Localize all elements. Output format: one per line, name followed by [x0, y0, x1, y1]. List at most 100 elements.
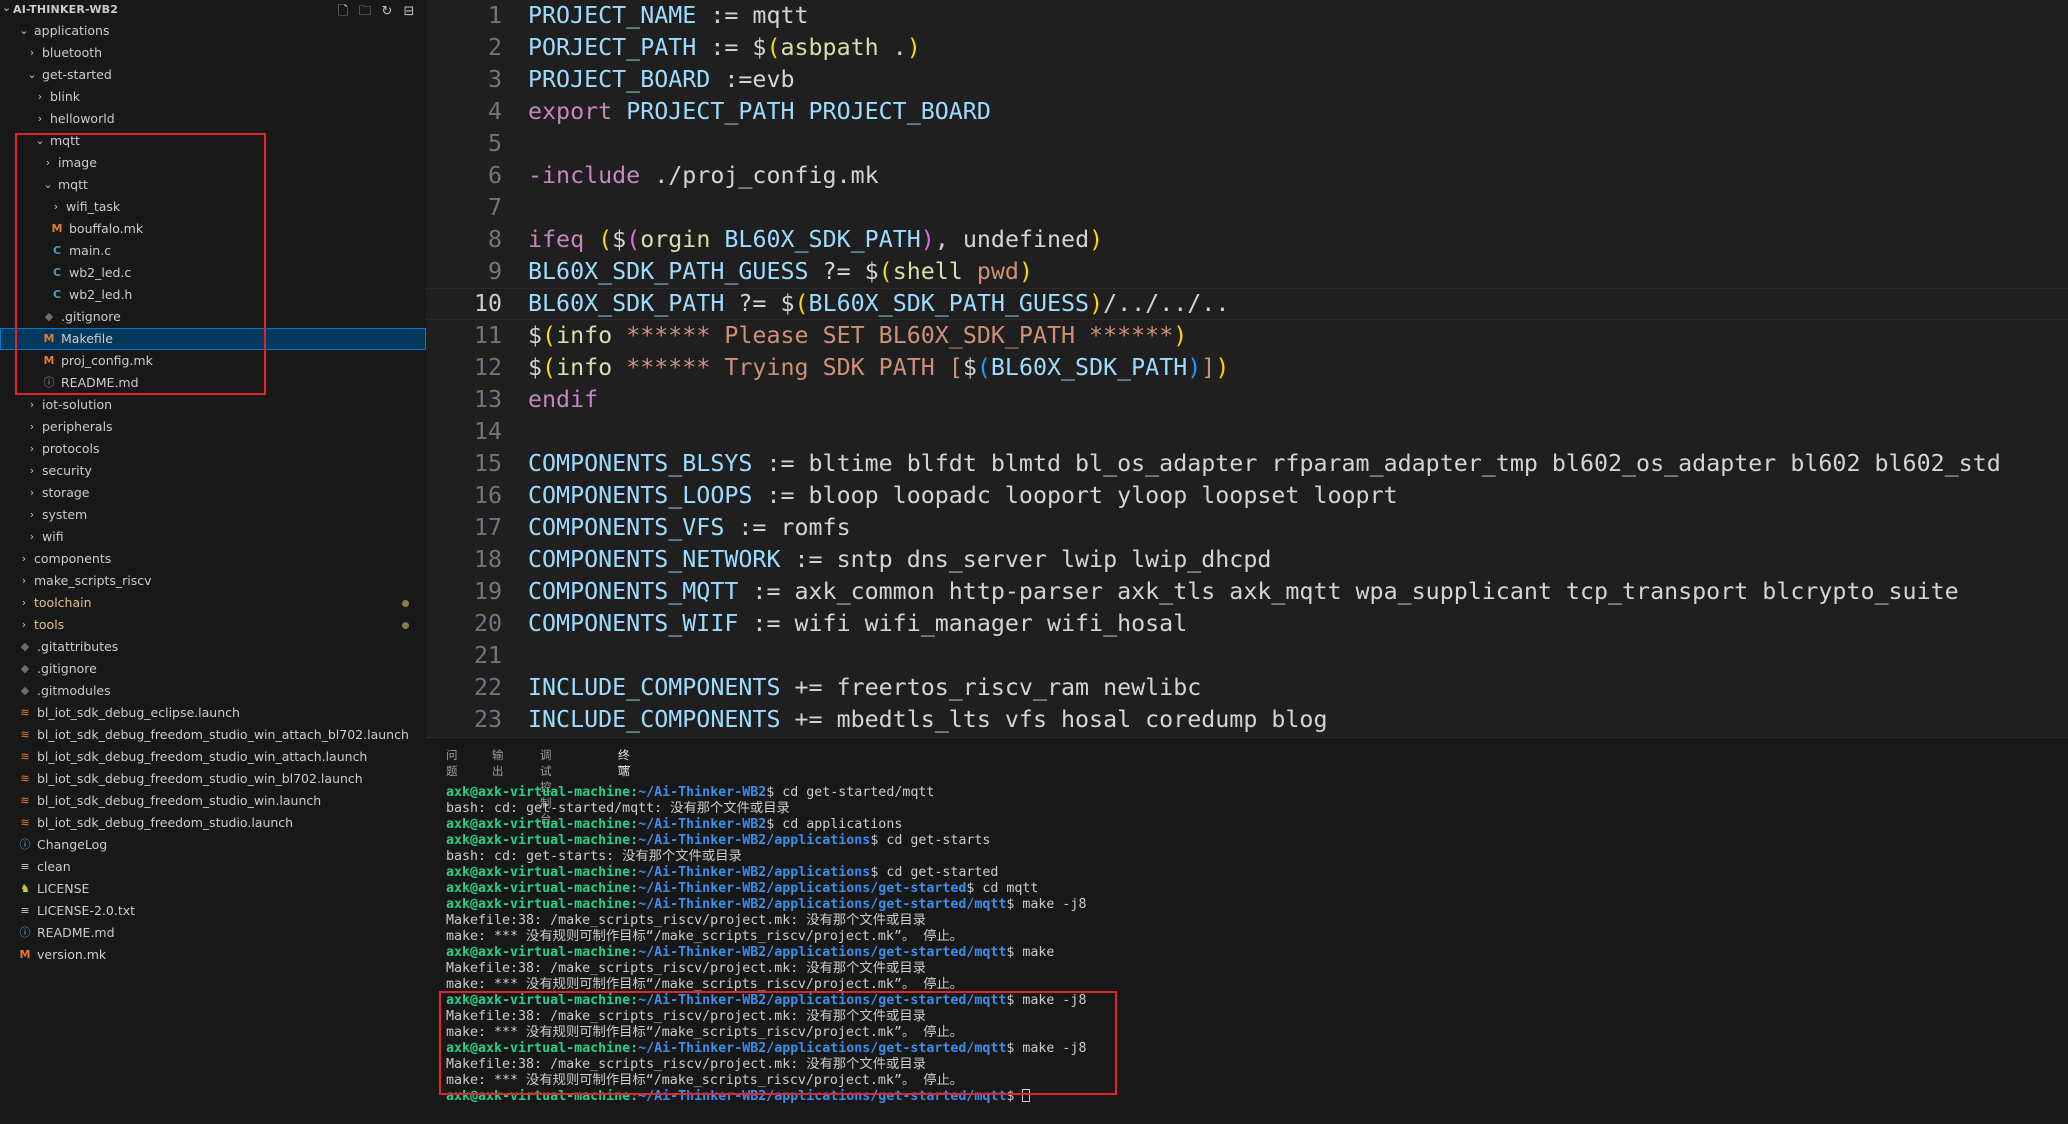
file-item[interactable]: ♞ LICENSE	[0, 878, 426, 900]
code-line[interactable]: 17 COMPONENTS_VFS := romfs	[426, 512, 2068, 544]
file-item[interactable]: Cmain.c	[0, 240, 426, 262]
code-line[interactable]: 13 endif	[426, 384, 2068, 416]
chevron-right-icon[interactable]: ›	[26, 438, 38, 460]
chevron-right-icon[interactable]: ›	[26, 460, 38, 482]
collapse-all-icon[interactable]: ⊟	[398, 4, 420, 19]
file-item[interactable]: ≋ bl_iot_sdk_debug_freedom_studio_win_att…	[0, 746, 426, 768]
code-line[interactable]: 2 PORJECT_PATH := $(asbpath .)	[426, 32, 2068, 64]
folder-item[interactable]: › wifi	[0, 526, 426, 548]
chevron-right-icon[interactable]: ›	[26, 394, 38, 416]
file-item[interactable]: ≋ bl_iot_sdk_debug_eclipse.launch	[0, 702, 426, 724]
chevron-right-icon[interactable]: ›	[26, 42, 38, 64]
folder-item[interactable]: › protocols	[0, 438, 426, 460]
folder-item[interactable]: › image	[0, 152, 426, 174]
folder-item[interactable]: › components	[0, 548, 426, 570]
explorer-header[interactable]: ⌄ AI-THINKER-WB2 🗋 🗀 ↻ ⊟	[0, 0, 426, 19]
folder-item[interactable]: › tools	[0, 614, 426, 636]
code-line[interactable]: 7	[426, 192, 2068, 224]
chevron-down-icon[interactable]: ⌄	[26, 64, 38, 86]
chevron-down-icon[interactable]: ⌄	[42, 174, 54, 196]
file-item[interactable]: Mversion.mk	[0, 944, 426, 966]
chevron-right-icon[interactable]: ›	[18, 570, 30, 592]
folder-item[interactable]: ⌄ mqtt	[0, 130, 426, 152]
code-line[interactable]: 22 INCLUDE_COMPONENTS += freertos_riscv_r…	[426, 672, 2068, 704]
chevron-right-icon[interactable]: ›	[26, 482, 38, 504]
chevron-down-icon[interactable]: ⌄	[2, 1, 11, 14]
file-item[interactable]: Mbouffalo.mk	[0, 218, 426, 240]
panel-tab[interactable]: 终端	[618, 747, 630, 779]
code-line[interactable]: 14	[426, 416, 2068, 448]
code-line[interactable]: 5	[426, 128, 2068, 160]
code-line[interactable]: 18 COMPONENTS_NETWORK := sntp dns_server …	[426, 544, 2068, 576]
folder-item[interactable]: › storage	[0, 482, 426, 504]
code-line[interactable]: 9 BL60X_SDK_PATH_GUESS ?= $(shell pwd)	[426, 256, 2068, 288]
folder-item[interactable]: ⌄ applications	[0, 20, 426, 42]
file-item[interactable]: Cwb2_led.h	[0, 284, 426, 306]
folder-item[interactable]: › toolchain	[0, 592, 426, 614]
file-item[interactable]: ⓘ README.md	[0, 372, 426, 394]
code-line[interactable]: 23 INCLUDE_COMPONENTS += mbedtls_lts vfs …	[426, 704, 2068, 736]
code-line[interactable]: 20 COMPONENTS_WIIF := wifi wifi_manager w…	[426, 608, 2068, 640]
chevron-right-icon[interactable]: ›	[18, 592, 30, 614]
terminal-cursor[interactable]	[1022, 1089, 1031, 1102]
terminal-output[interactable]: axk@axk-virtual-machine:~/Ai-Thinker-WB2…	[446, 785, 1086, 1105]
file-item[interactable]: ≡ clean	[0, 856, 426, 878]
file-item[interactable]: Mproj_config.mk	[0, 350, 426, 372]
chevron-right-icon[interactable]: ›	[18, 614, 30, 636]
code-line[interactable]: 3 PROJECT_BOARD :=evb	[426, 64, 2068, 96]
folder-item[interactable]: ⌄ get-started	[0, 64, 426, 86]
file-item[interactable]: ≡ LICENSE-2.0.txt	[0, 900, 426, 922]
folder-item[interactable]: › security	[0, 460, 426, 482]
code-line[interactable]: 15 COMPONENTS_BLSYS := bltime blfdt blmtd…	[426, 448, 2068, 480]
folder-item[interactable]: › helloworld	[0, 108, 426, 130]
code-line[interactable]: 6 -include ./proj_config.mk	[426, 160, 2068, 192]
chevron-right-icon[interactable]: ›	[50, 196, 62, 218]
line-content: PORJECT_PATH := $(asbpath .)	[528, 32, 921, 64]
file-item[interactable]: ≋ bl_iot_sdk_debug_freedom_studio_win.lau…	[0, 790, 426, 812]
file-item[interactable]: Cwb2_led.c	[0, 262, 426, 284]
folder-item[interactable]: › bluetooth	[0, 42, 426, 64]
file-item[interactable]: M Makefile	[0, 328, 426, 350]
prompt-separator: :	[630, 897, 639, 912]
chevron-down-icon[interactable]: ⌄	[34, 130, 46, 152]
file-item[interactable]: ≋ bl_iot_sdk_debug_freedom_studio_win_att…	[0, 724, 426, 746]
file-item[interactable]: ◆ .gitmodules	[0, 680, 426, 702]
code-line[interactable]: 11 $(info ****** Please SET BL60X_SDK_PAT…	[426, 320, 2068, 352]
file-item[interactable]: ⓘ README.md	[0, 922, 426, 944]
folder-item[interactable]: › wifi_task	[0, 196, 426, 218]
line-content: PROJECT_BOARD :=evb	[528, 64, 795, 96]
code-line[interactable]: 10 BL60X_SDK_PATH ?= $(BL60X_SDK_PATH_GUE…	[426, 288, 2068, 320]
chevron-down-icon[interactable]: ⌄	[18, 20, 30, 42]
code-editor[interactable]: 1 PROJECT_NAME := mqtt 2 PORJECT_PATH := $(…	[426, 0, 2068, 737]
file-item[interactable]: ◆ .gitignore	[0, 658, 426, 680]
code-line[interactable]: 4 export PROJECT_PATH PROJECT_BOARD	[426, 96, 2068, 128]
chevron-right-icon[interactable]: ›	[34, 86, 46, 108]
file-item[interactable]: ◆ .gitignore	[0, 306, 426, 328]
folder-item[interactable]: › peripherals	[0, 416, 426, 438]
chevron-right-icon[interactable]: ›	[26, 416, 38, 438]
chevron-right-icon[interactable]: ›	[26, 504, 38, 526]
file-item[interactable]: ⓘ ChangeLog	[0, 834, 426, 856]
refresh-icon[interactable]: ↻	[376, 4, 398, 19]
chevron-right-icon[interactable]: ›	[42, 152, 54, 174]
code-line[interactable]: 21	[426, 640, 2068, 672]
panel-tab[interactable]: 输出	[492, 747, 504, 779]
tree-item-label: blink	[50, 89, 81, 104]
chevron-right-icon[interactable]: ›	[34, 108, 46, 130]
folder-item[interactable]: › iot-solution	[0, 394, 426, 416]
file-item[interactable]: ≋ bl_iot_sdk_debug_freedom_studio_win_bl7…	[0, 768, 426, 790]
chevron-right-icon[interactable]: ›	[18, 548, 30, 570]
folder-item[interactable]: › blink	[0, 86, 426, 108]
folder-item[interactable]: › system	[0, 504, 426, 526]
file-item[interactable]: ◆ .gitattributes	[0, 636, 426, 658]
chevron-right-icon[interactable]: ›	[26, 526, 38, 548]
code-line[interactable]: 19 COMPONENTS_MQTT := axk_common http-par…	[426, 576, 2068, 608]
file-item[interactable]: ≋ bl_iot_sdk_debug_freedom_studio.launch	[0, 812, 426, 834]
panel-tab[interactable]: 问题	[446, 747, 458, 779]
code-line[interactable]: 16 COMPONENTS_LOOPS := bloop loopadc loop…	[426, 480, 2068, 512]
code-line[interactable]: 1 PROJECT_NAME := mqtt	[426, 0, 2068, 32]
code-line[interactable]: 12 $(info ****** Trying SDK PATH [$(BL60X…	[426, 352, 2068, 384]
folder-item[interactable]: ⌄ mqtt	[0, 174, 426, 196]
code-line[interactable]: 8 ifeq ($(orgin BL60X_SDK_PATH), undefine…	[426, 224, 2068, 256]
folder-item[interactable]: › make_scripts_riscv	[0, 570, 426, 592]
